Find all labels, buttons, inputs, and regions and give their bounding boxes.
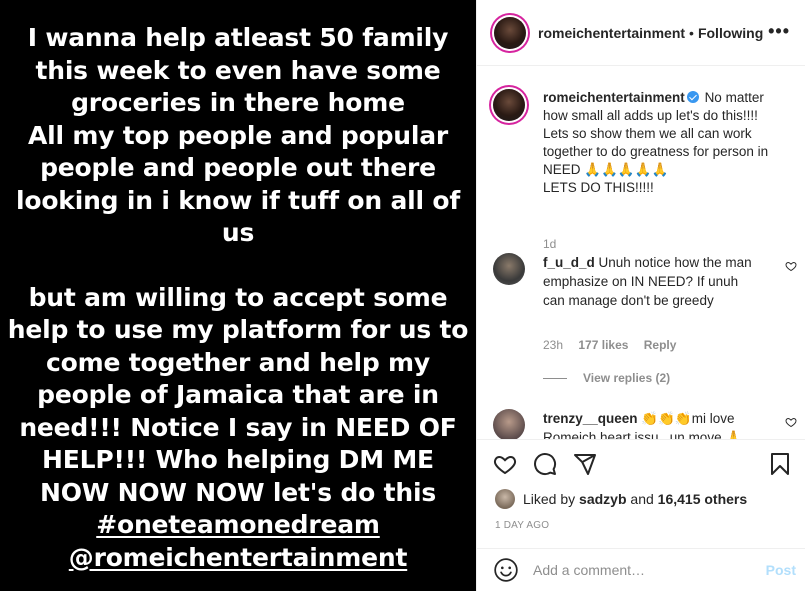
liked-by-prefix: Liked by [523, 491, 576, 507]
avatar[interactable] [494, 16, 526, 49]
post-button[interactable]: Post [766, 562, 796, 578]
media-line: help to use my platform for us to [7, 315, 469, 344]
media-line: us [221, 218, 255, 247]
comments-list[interactable]: romeichentertainment No matter how small… [477, 67, 805, 439]
media-line: people and people out there [40, 153, 436, 182]
heart-icon[interactable] [785, 415, 799, 429]
media-text: I wanna help atleast 50 family this week… [0, 22, 476, 574]
media-line: looking in i know if tuff on all of [15, 185, 461, 215]
caption-line: Lets so show them we all can work [543, 126, 752, 141]
comment-likes[interactable]: 177 likes [578, 338, 628, 352]
view-replies-label[interactable]: View replies (2) [583, 371, 670, 385]
media-line: people of Jamaica that are in [37, 380, 439, 409]
caption-line: how small all adds up let's do this!!!! [543, 108, 758, 123]
post-actions: Liked by sadzyb and 16,415 others 1 DAY … [477, 439, 805, 548]
likes-summary: Liked by sadzyb and 16,415 others [495, 489, 747, 509]
liked-by-user[interactable]: sadzyb [579, 491, 626, 507]
post-timestamp[interactable]: 1 DAY AGO [495, 520, 549, 531]
media-mention: @romeichentertainment [68, 542, 408, 572]
comment-timestamp[interactable]: 23h [543, 338, 563, 352]
header-separator: • [689, 24, 694, 41]
media-line: NOW NOW NOW let's do this [39, 477, 437, 507]
view-replies[interactable]: View replies (2) [543, 371, 670, 385]
replies-dash [543, 377, 567, 379]
media-line-gap [0, 250, 476, 282]
media-line: but am willing to accept some [28, 282, 448, 312]
media-line: this week to even have some [35, 55, 441, 85]
likes-count[interactable]: 16,415 others [658, 491, 748, 507]
more-options-icon[interactable]: ••• [768, 22, 790, 40]
add-comment-bar: Post [477, 548, 805, 591]
save-icon[interactable] [768, 452, 792, 476]
caption-line: NEED 🙏🙏🙏🙏🙏 [543, 162, 669, 177]
media-line: come together and help my [46, 347, 430, 377]
action-icons [493, 452, 597, 476]
following-button[interactable]: Following [698, 25, 763, 41]
liked-by-and: and [630, 491, 654, 507]
media-line: All my top people and popular [27, 120, 449, 150]
media-hashtag: #oneteamonedream [96, 510, 380, 539]
comment-body: 👏👏👏mi love [641, 411, 735, 426]
comment-text: f_u_d_d Unuh notice how the man emphasiz… [543, 253, 763, 310]
media-line: groceries in there home [71, 88, 405, 117]
post-side-panel: romeichentertainment • Following ••• rom… [476, 0, 805, 591]
heart-icon[interactable] [785, 259, 799, 273]
comment-icon[interactable] [533, 452, 557, 476]
caption-line: No matter [704, 90, 764, 105]
comment-input[interactable] [533, 562, 753, 578]
comment-text: trenzy__queen 👏👏👏mi love Romeich heart i… [543, 409, 763, 439]
comment-username[interactable]: trenzy__queen [543, 411, 638, 426]
reply-button[interactable]: Reply [644, 338, 677, 352]
comment-username[interactable]: f_u_d_d [543, 255, 595, 270]
liker-avatar[interactable] [495, 489, 515, 509]
comment-avatar[interactable] [493, 253, 525, 285]
verified-icon [686, 91, 699, 103]
post-media[interactable]: I wanna help atleast 50 family this week… [0, 0, 476, 591]
caption-timestamp[interactable]: 1d [543, 237, 556, 251]
caption-line: LETS DO THIS!!!!! [543, 180, 654, 195]
comment-meta: 23h 177 likes Reply [543, 338, 688, 352]
media-line: need!!! Notice I say in NEED OF [19, 412, 457, 442]
caption-text: romeichentertainment No matter how small… [543, 89, 793, 197]
like-icon[interactable] [493, 452, 517, 476]
caption-line: together to do greatness for person in [543, 144, 769, 159]
comment-avatar[interactable] [493, 409, 525, 439]
caption-avatar[interactable] [493, 89, 525, 121]
caption-username[interactable]: romeichentertainment [543, 90, 685, 105]
share-icon[interactable] [573, 452, 597, 476]
post-header: romeichentertainment • Following ••• [477, 0, 805, 66]
header-username[interactable]: romeichentertainment [538, 25, 685, 41]
emoji-icon[interactable] [493, 557, 519, 583]
media-line: I wanna help atleast 50 family [27, 23, 449, 52]
media-line: HELP!!! Who helping DM ME [42, 445, 434, 474]
comment-body-cont: Romeich heart issu...un move 🙏 [543, 430, 743, 439]
